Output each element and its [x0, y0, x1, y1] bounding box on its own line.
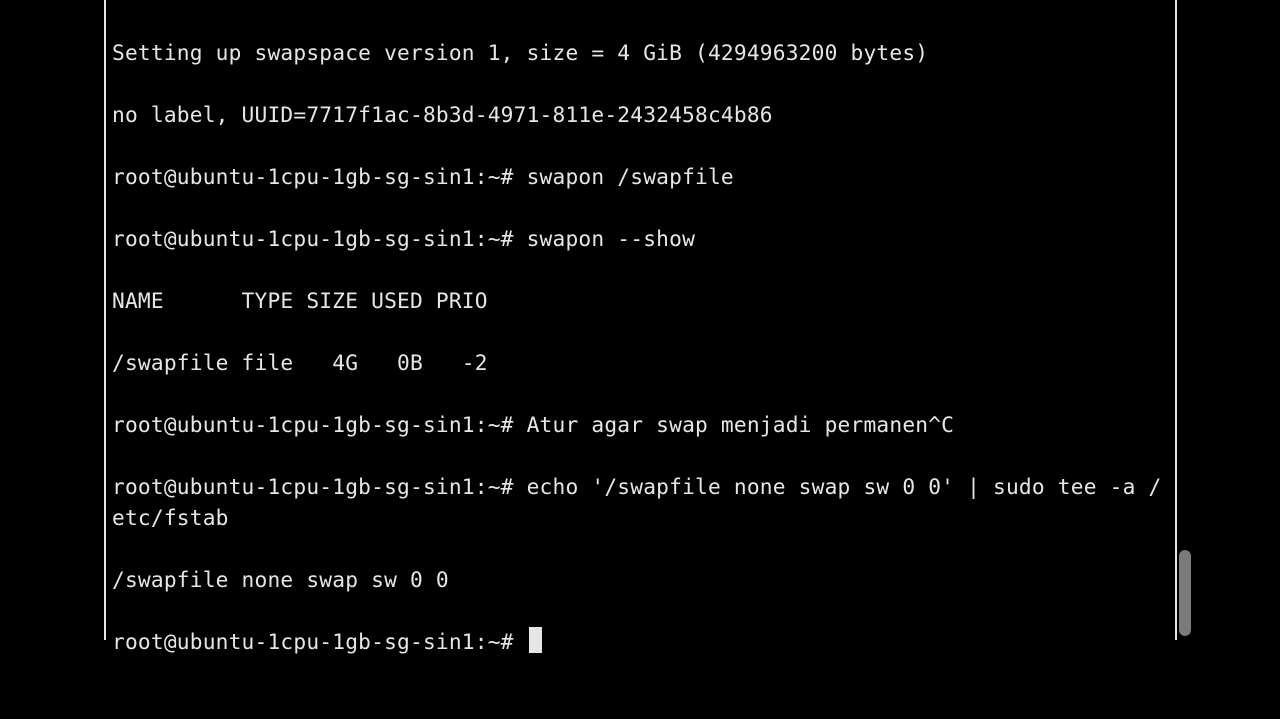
scrollbar-thumb[interactable]: [1179, 550, 1191, 636]
output-header: NAME TYPE SIZE USED PRIO: [112, 285, 1169, 316]
command-line: root@ubuntu-1cpu-1gb-sg-sin1:~# Atur aga…: [112, 409, 1169, 440]
prompt: root@ubuntu-1cpu-1gb-sg-sin1:~#: [112, 164, 527, 189]
output-line: /swapfile none swap sw 0 0: [112, 564, 1169, 595]
command-text: Atur agar swap menjadi permanen^C: [527, 412, 955, 437]
output-line: Setting up swapspace version 1, size = 4…: [112, 37, 1169, 68]
command-line: root@ubuntu-1cpu-1gb-sg-sin1:~# swapon -…: [112, 223, 1169, 254]
window-background: Setting up swapspace version 1, size = 4…: [0, 0, 1280, 640]
command-text: swapon --show: [527, 226, 695, 251]
prompt: root@ubuntu-1cpu-1gb-sg-sin1:~#: [112, 226, 527, 251]
prompt: root@ubuntu-1cpu-1gb-sg-sin1:~#: [112, 412, 527, 437]
prompt: root@ubuntu-1cpu-1gb-sg-sin1:~#: [112, 474, 527, 499]
command-text: swapon /swapfile: [527, 164, 734, 189]
terminal-pane[interactable]: Setting up swapspace version 1, size = 4…: [104, 0, 1177, 640]
output-line: no label, UUID=7717f1ac-8b3d-4971-811e-2…: [112, 99, 1169, 130]
command-line: root@ubuntu-1cpu-1gb-sg-sin1:~# echo '/s…: [112, 471, 1169, 533]
terminal-output[interactable]: Setting up swapspace version 1, size = 4…: [112, 6, 1169, 719]
command-line: root@ubuntu-1cpu-1gb-sg-sin1:~# swapon /…: [112, 161, 1169, 192]
active-prompt[interactable]: root@ubuntu-1cpu-1gb-sg-sin1:~#: [112, 626, 1169, 657]
cursor-block-icon: [529, 627, 542, 653]
prompt: root@ubuntu-1cpu-1gb-sg-sin1:~#: [112, 629, 527, 654]
output-row: /swapfile file 4G 0B -2: [112, 347, 1169, 378]
